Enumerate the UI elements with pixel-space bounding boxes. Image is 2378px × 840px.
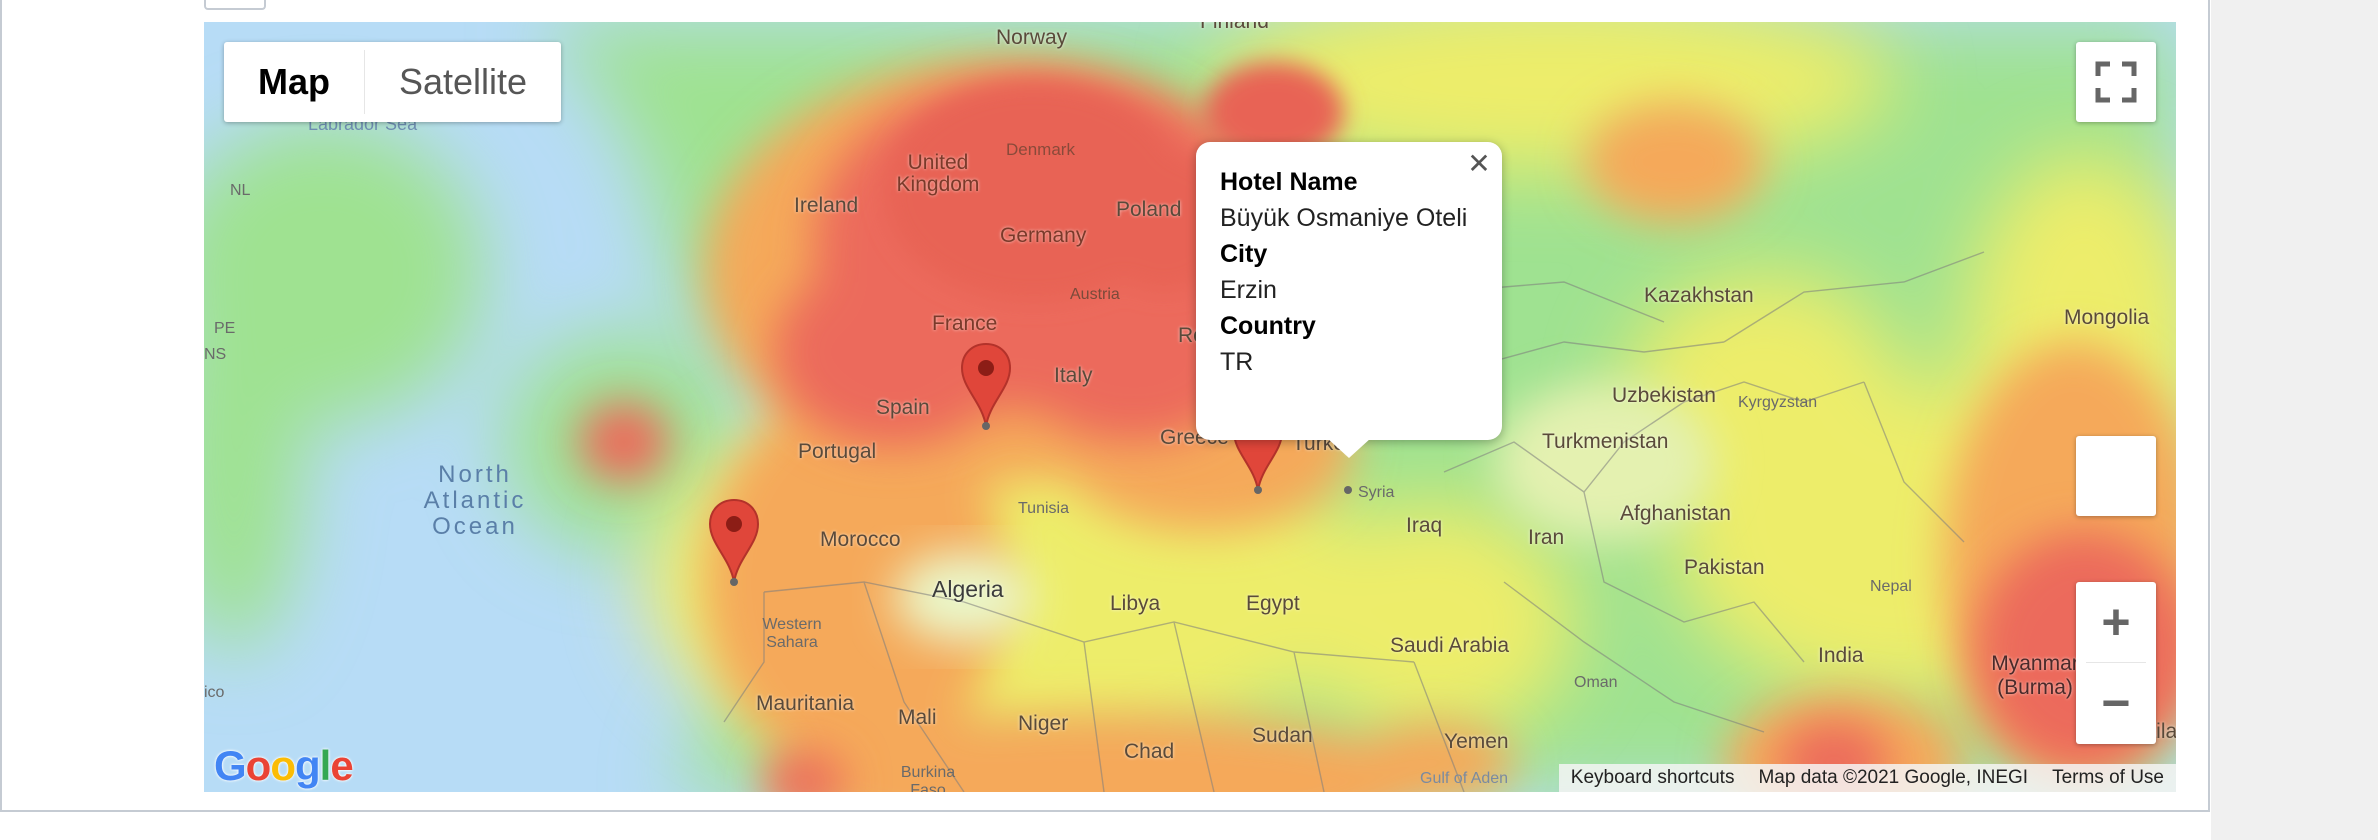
info-window-tail (1327, 438, 1371, 458)
heatmap-map[interactable]: Norway Finland Denmark United Kingdom Ir… (204, 22, 2176, 792)
info-key-city: City (1220, 240, 1268, 268)
fullscreen-button[interactable] (2076, 42, 2156, 122)
info-value-city: Erzin (1220, 276, 1277, 304)
map-type-map-button[interactable]: Map (224, 42, 364, 122)
info-key-hotel-name: Hotel Name (1220, 168, 1358, 196)
heatmap-layer (204, 22, 2176, 792)
top-control-edge (204, 0, 266, 10)
keyboard-shortcuts-link[interactable]: Keyboard shortcuts (1559, 764, 1747, 792)
attribution-bar: Keyboard shortcuts Map data ©2021 Google… (1558, 764, 2176, 792)
pegman-icon[interactable] (2076, 436, 2156, 516)
zoom-control: + − (2076, 582, 2156, 744)
map-type-control: Map Satellite (224, 42, 562, 122)
map-data-attribution: Map data ©2021 Google, INEGI (1758, 767, 2029, 788)
map-marker-icon[interactable] (960, 342, 1012, 432)
info-key-country: Country (1220, 312, 1316, 340)
map-type-satellite-button[interactable]: Satellite (365, 42, 561, 122)
scrollbar-gutter (2211, 0, 2378, 840)
info-window: ✕ Hotel Name Büyük Osmaniye Oteli City E… (1196, 142, 1502, 458)
info-value-hotel-name: Büyük Osmaniye Oteli (1220, 204, 1468, 232)
zoom-out-button[interactable]: − (2076, 663, 2156, 743)
google-logo: Google (214, 742, 354, 789)
zoom-in-button[interactable]: + (2076, 582, 2156, 662)
close-icon[interactable]: ✕ (1464, 148, 1494, 179)
map-marker-icon[interactable] (708, 498, 760, 588)
terms-of-use-link[interactable]: Terms of Use (2040, 764, 2176, 792)
fullscreen-icon (2095, 61, 2137, 103)
info-value-country: TR (1220, 348, 1254, 376)
